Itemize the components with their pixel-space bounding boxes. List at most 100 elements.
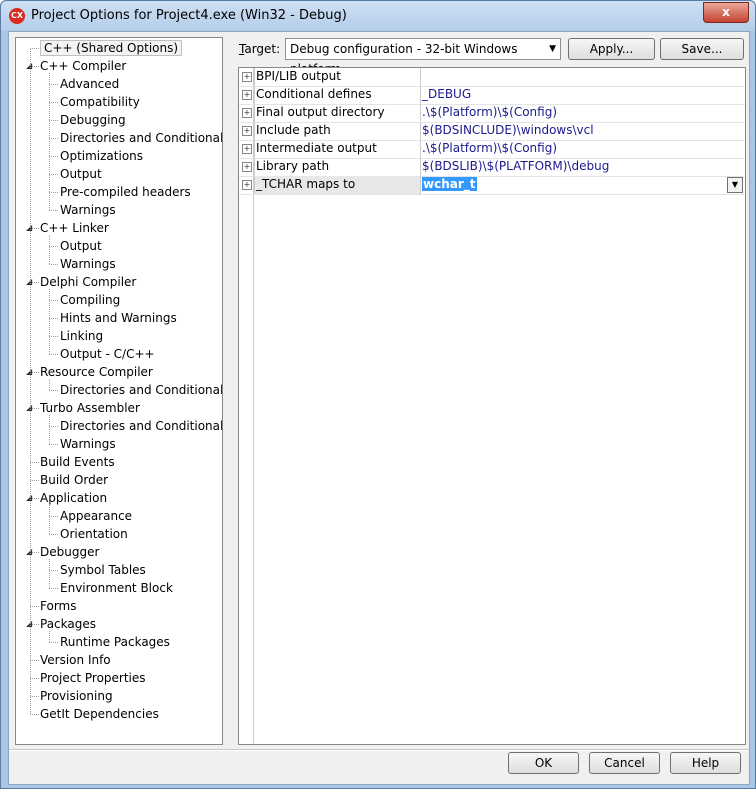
tree-connector	[49, 138, 58, 139]
tree-item[interactable]: Optimizations	[60, 147, 143, 165]
plus-icon[interactable]: +	[242, 90, 252, 100]
options-tree[interactable]: C++ (Shared Options) C++ Compiler ◢ Advance…	[15, 37, 223, 745]
tree-connector	[30, 714, 39, 715]
tree-item[interactable]: Hints and Warnings	[60, 309, 177, 327]
tree-branch-line	[49, 379, 50, 390]
tree-item[interactable]: C++ Linker	[40, 219, 109, 237]
tree-item[interactable]: Appearance	[60, 507, 132, 525]
grid-row[interactable]: + Library path $(BDSLIB)\$(PLATFORM)\debug	[239, 158, 745, 177]
tree-branch-line	[49, 235, 50, 264]
grid-row[interactable]: + BPI/LIB output	[239, 68, 745, 87]
tree-item-label: Directories and Conditionals	[60, 131, 223, 145]
tree-connector	[30, 678, 39, 679]
title-bar[interactable]: CX Project Options for Project4.exe (Win…	[1, 1, 755, 31]
tree-item[interactable]: Symbol Tables	[60, 561, 146, 579]
chevron-down-icon[interactable]: ▼	[549, 39, 556, 59]
tree-connector	[30, 660, 39, 661]
tree-item-label: C++ Linker	[40, 221, 109, 235]
grid-row-name: _TCHAR maps to	[254, 176, 421, 194]
tree-connector	[49, 444, 58, 445]
tree-connector	[49, 192, 58, 193]
plus-icon[interactable]: +	[242, 108, 252, 118]
grid-row-value[interactable]: .\$(Platform)\$(Config)	[420, 104, 722, 122]
tree-item-label: Application	[40, 491, 108, 505]
tree-item[interactable]: GetIt Dependencies	[40, 705, 159, 723]
ok-button[interactable]: OK	[508, 752, 579, 774]
tree-item[interactable]: Output	[60, 165, 102, 183]
grid-row-value[interactable]	[420, 68, 722, 86]
tree-connector	[49, 210, 58, 211]
tree-item[interactable]: Application	[40, 489, 107, 507]
tree-item[interactable]: Forms	[40, 597, 76, 615]
tree-item[interactable]: Warnings	[60, 201, 116, 219]
tree-item[interactable]: Output - C/C++	[60, 345, 155, 363]
tree-item[interactable]: Warnings	[60, 435, 116, 453]
cancel-button[interactable]: Cancel	[589, 752, 660, 774]
target-combo[interactable]: Debug configuration - 32-bit Windows pla…	[285, 38, 561, 76]
tree-item[interactable]: Orientation	[60, 525, 128, 543]
grid-row[interactable]: + Final output directory .\$(Platform)\$(C…	[239, 104, 745, 123]
project-options-window: CX Project Options for Project4.exe (Win…	[0, 0, 756, 789]
tree-item[interactable]: Runtime Packages	[60, 633, 170, 651]
tree-item[interactable]: Directories and Conditionals	[60, 417, 222, 435]
chevron-down-icon[interactable]: ▼	[727, 177, 743, 193]
tree-item[interactable]: Directories and Conditionals	[60, 129, 223, 147]
tree-item[interactable]: Debugging	[60, 111, 126, 129]
grid-row-value[interactable]: $(BDSINCLUDE)\windows\vcl	[420, 122, 722, 140]
plus-icon[interactable]: +	[242, 144, 252, 154]
plus-icon[interactable]: +	[242, 180, 252, 190]
tree-connector	[30, 462, 39, 463]
tree-item[interactable]: Environment Block	[60, 579, 173, 597]
tree-branch-line	[49, 631, 50, 642]
grid-row-value-text: _DEBUG	[422, 87, 472, 101]
tree-item[interactable]: Resource Compiler	[40, 363, 153, 381]
tree-connector	[49, 156, 58, 157]
grid-row[interactable]: + Include path $(BDSINCLUDE)\windows\vcl	[239, 122, 745, 141]
tree-item-label: Turbo Assembler	[40, 401, 140, 415]
tree-item[interactable]: Compiling	[60, 291, 120, 309]
tree-item[interactable]: Pre-compiled headers	[60, 183, 191, 201]
save-button[interactable]: Save...	[660, 38, 744, 60]
tree-item[interactable]: Compatibility	[60, 93, 140, 111]
options-grid[interactable]: + BPI/LIB output + Conditional defines _DEBU…	[238, 67, 746, 745]
tree-item-label: Delphi Compiler	[40, 275, 137, 289]
tree-item[interactable]: C++ (Shared Options)	[40, 39, 183, 57]
tree-item-label: Hints and Warnings	[60, 311, 177, 325]
tree-connector	[49, 246, 58, 247]
grid-row[interactable]: + _TCHAR maps to wchar_t ▼	[239, 176, 745, 195]
grid-row-value[interactable]: _DEBUG	[420, 86, 722, 104]
help-button[interactable]: Help	[670, 752, 741, 774]
plus-icon[interactable]: +	[242, 72, 252, 82]
tree-branch-line	[49, 289, 50, 354]
grid-row-value-text: .\$(Platform)\$(Config)	[422, 105, 558, 119]
tree-connector	[49, 264, 58, 265]
grid-row-value[interactable]: wchar_t	[420, 176, 722, 194]
tree-item-label: Pre-compiled headers	[60, 185, 191, 199]
tree-item[interactable]: Advanced	[60, 75, 119, 93]
grid-row-name: Final output directory	[254, 104, 421, 122]
tree-item[interactable]: Directories and Conditionals	[60, 381, 222, 399]
tree-item[interactable]: Version Info	[40, 651, 111, 669]
tree-item-label: Linking	[60, 329, 104, 343]
tree-connector	[49, 426, 58, 427]
apply-button[interactable]: Apply...	[568, 38, 655, 60]
tree-item-label: Compiling	[60, 293, 121, 307]
plus-icon[interactable]: +	[242, 126, 252, 136]
tree-item[interactable]: Delphi Compiler	[40, 273, 136, 291]
close-button[interactable]: x	[703, 2, 749, 23]
tree-item[interactable]: Build Order	[40, 471, 108, 489]
tree-item[interactable]: C++ Compiler	[40, 57, 126, 75]
tree-item-label: Version Info	[40, 653, 111, 667]
plus-icon[interactable]: +	[242, 162, 252, 172]
tree-item[interactable]: Build Events	[40, 453, 115, 471]
tree-item[interactable]: Project Properties	[40, 669, 146, 687]
tree-item[interactable]: Provisioning	[40, 687, 113, 705]
tree-item[interactable]: Linking	[60, 327, 103, 345]
grid-row[interactable]: + Intermediate output .\$(Platform)\$(Conf…	[239, 140, 745, 159]
tree-item[interactable]: Turbo Assembler	[40, 399, 140, 417]
tree-item[interactable]: Output	[60, 237, 102, 255]
tree-item[interactable]: Warnings	[60, 255, 116, 273]
grid-row-value[interactable]: $(BDSLIB)\$(PLATFORM)\debug	[420, 158, 722, 176]
grid-row-value[interactable]: .\$(Platform)\$(Config)	[420, 140, 722, 158]
grid-row[interactable]: + Conditional defines _DEBUG	[239, 86, 745, 105]
